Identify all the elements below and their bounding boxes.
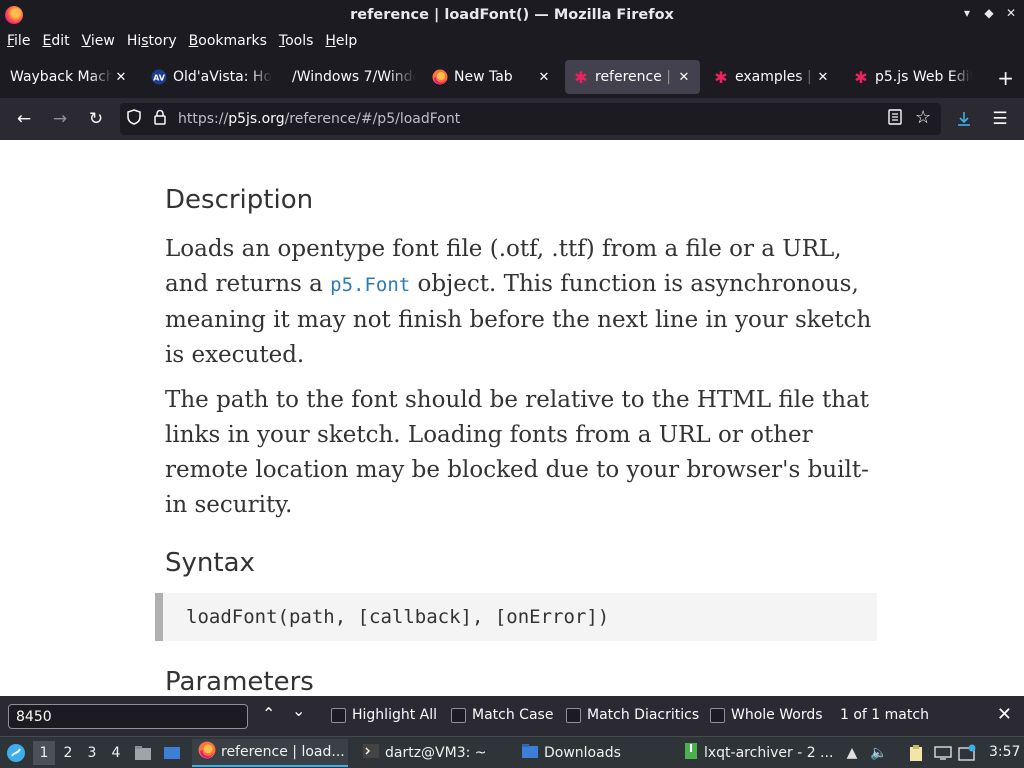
start-menu-icon[interactable] <box>6 743 26 763</box>
volume-icon[interactable]: 🔈 <box>870 744 888 762</box>
download-icon[interactable] <box>952 107 976 131</box>
reader-view-icon[interactable] <box>888 109 902 129</box>
tab-oldavista[interactable]: AV Old'aVista: Home <box>143 60 280 94</box>
find-status: 1 of 1 match <box>840 707 929 723</box>
lock-icon[interactable] <box>150 109 170 129</box>
svg-text:AV: AV <box>153 74 166 83</box>
tab-close-icon[interactable]: ✕ <box>815 70 831 85</box>
find-next-icon[interactable]: ⌄ <box>292 701 305 720</box>
menu-edit[interactable]: Edit <box>42 33 69 49</box>
new-tab-plus-icon[interactable]: + <box>997 66 1014 90</box>
task-label: dartz@VM3: ~ <box>385 745 487 761</box>
find-bar: ⌃ ⌄ Highlight All Match Case Match Diacr… <box>0 696 1024 736</box>
tab-label: /Windows 7/Windows <box>292 69 416 85</box>
menu-bookmarks[interactable]: Bookmarks <box>189 33 267 49</box>
syntax-code-block: loadFont(path, [callback], [onError]) <box>155 593 877 641</box>
match-case-checkbox[interactable]: Match Case <box>451 707 553 723</box>
tab-close-icon[interactable]: ✕ <box>113 70 129 85</box>
av-icon: AV <box>151 69 167 85</box>
tab-examples[interactable]: ✱ examples | p5.js ✕ <box>705 60 839 94</box>
tab-label: p5.js Web Editor <box>875 69 972 85</box>
p5-asterisk-icon: ✱ <box>574 67 588 87</box>
task-archiver[interactable]: lxqt-archiver - 2 ... <box>677 739 833 767</box>
workspace-2[interactable]: 2 <box>57 741 79 765</box>
firefox-icon <box>432 69 448 85</box>
close-window-icon[interactable]: ✕ <box>1004 6 1018 20</box>
menu-history[interactable]: History <box>127 33 177 49</box>
navigation-bar: ← → ↻ https://p5js.org/reference/#/p5/lo… <box>0 98 1024 140</box>
title-bar: reference | loadFont() — Mozilla Firefox… <box>0 0 1024 30</box>
tray-scroll-icon[interactable]: ▲ <box>843 744 861 762</box>
minimize-icon[interactable]: ▾ <box>960 6 974 20</box>
reload-icon[interactable]: ↻ <box>84 107 108 131</box>
description-paragraph-2: The path to the font should be relative … <box>165 387 870 518</box>
file-manager-icon[interactable] <box>134 744 152 762</box>
firefox-icon <box>198 741 216 763</box>
window-title: reference | loadFont() — Mozilla Firefox <box>350 7 674 23</box>
tab-strip: Wayback Machine ✕ AV Old'aVista: Home /W… <box>0 56 1024 98</box>
workspace-3[interactable]: 3 <box>81 741 103 765</box>
forward-arrow-icon[interactable]: → <box>48 107 72 131</box>
tab-label: New Tab <box>454 69 513 85</box>
task-label: Downloads <box>544 745 621 761</box>
p5-font-link[interactable]: p5.Font <box>330 274 410 296</box>
task-label: reference | load... <box>221 744 345 760</box>
tab-close-icon[interactable]: ✕ <box>536 70 552 85</box>
workspace-1[interactable]: 1 <box>33 741 55 765</box>
url-text[interactable]: https://p5js.org/reference/#/p5/loadFont <box>178 111 460 127</box>
description-heading: Description <box>165 185 314 215</box>
task-label: lxqt-archiver - 2 ... <box>704 745 833 761</box>
highlight-all-checkbox[interactable]: Highlight All <box>331 707 437 723</box>
tab-label: Old'aVista: Home <box>173 69 272 85</box>
match-diacritics-checkbox[interactable]: Match Diacritics <box>566 707 699 723</box>
clock[interactable]: 3:57 <box>989 744 1020 760</box>
tab-reference-loadfont[interactable]: ✱ reference | loadFont() ✕ <box>565 60 700 94</box>
shield-icon[interactable] <box>124 109 144 129</box>
p5-asterisk-icon: ✱ <box>854 67 868 87</box>
display-icon[interactable] <box>934 744 952 762</box>
notification-icon[interactable] <box>958 744 976 762</box>
description-paragraph-1: Loads an opentype font file (.otf, .ttf)… <box>165 236 872 368</box>
task-firefox[interactable]: reference | load... <box>192 739 348 767</box>
menu-bar: File Edit View History Bookmarks Tools H… <box>0 30 1024 52</box>
menu-view[interactable]: View <box>82 33 115 49</box>
task-downloads[interactable]: Downloads <box>515 739 671 767</box>
tab-windows7[interactable]: /Windows 7/Windows <box>284 60 424 94</box>
back-arrow-icon[interactable]: ← <box>12 107 36 131</box>
menu-help[interactable]: Help <box>325 33 357 49</box>
find-input[interactable] <box>8 704 248 729</box>
tab-close-icon[interactable]: ✕ <box>676 70 692 85</box>
menu-tools[interactable]: Tools <box>279 33 314 49</box>
restore-icon[interactable]: ◆ <box>982 6 996 20</box>
url-bar[interactable]: https://p5js.org/reference/#/p5/loadFont… <box>120 103 941 135</box>
tab-wayback-machine[interactable]: Wayback Machine ✕ <box>2 60 137 94</box>
show-desktop-icon[interactable] <box>163 744 181 762</box>
bookmark-star-icon[interactable]: ☆ <box>915 107 931 128</box>
page-content: Description Loads an opentype font file … <box>0 140 1024 696</box>
find-previous-icon[interactable]: ⌃ <box>262 704 275 723</box>
parameters-heading: Parameters <box>165 667 314 696</box>
tab-p5-web-editor[interactable]: ✱ p5.js Web Editor <box>845 60 980 94</box>
taskbar: 1 2 3 4 reference | load... dartz@VM3: ~… <box>0 736 1024 768</box>
syntax-heading: Syntax <box>165 548 255 578</box>
task-terminal[interactable]: dartz@VM3: ~ <box>356 739 512 767</box>
tab-label: examples | p5.js <box>735 69 815 85</box>
workspace-4[interactable]: 4 <box>105 741 127 765</box>
window-controls: ▾ ◆ ✕ <box>960 6 1018 20</box>
p5-asterisk-icon: ✱ <box>714 67 728 87</box>
close-find-bar-icon[interactable]: ✕ <box>997 704 1012 725</box>
terminal-icon <box>362 743 380 763</box>
menu-file[interactable]: File <box>7 33 30 49</box>
tab-new-tab[interactable]: New Tab ✕ <box>424 60 560 94</box>
tab-label: reference | loadFont() <box>595 69 676 85</box>
clipboard-icon[interactable] <box>907 744 925 762</box>
folder-icon <box>521 743 539 763</box>
tab-label: Wayback Machine <box>10 69 113 85</box>
whole-words-checkbox[interactable]: Whole Words <box>710 707 823 723</box>
hamburger-menu-icon[interactable]: ☰ <box>988 107 1012 131</box>
archive-icon <box>683 742 699 764</box>
